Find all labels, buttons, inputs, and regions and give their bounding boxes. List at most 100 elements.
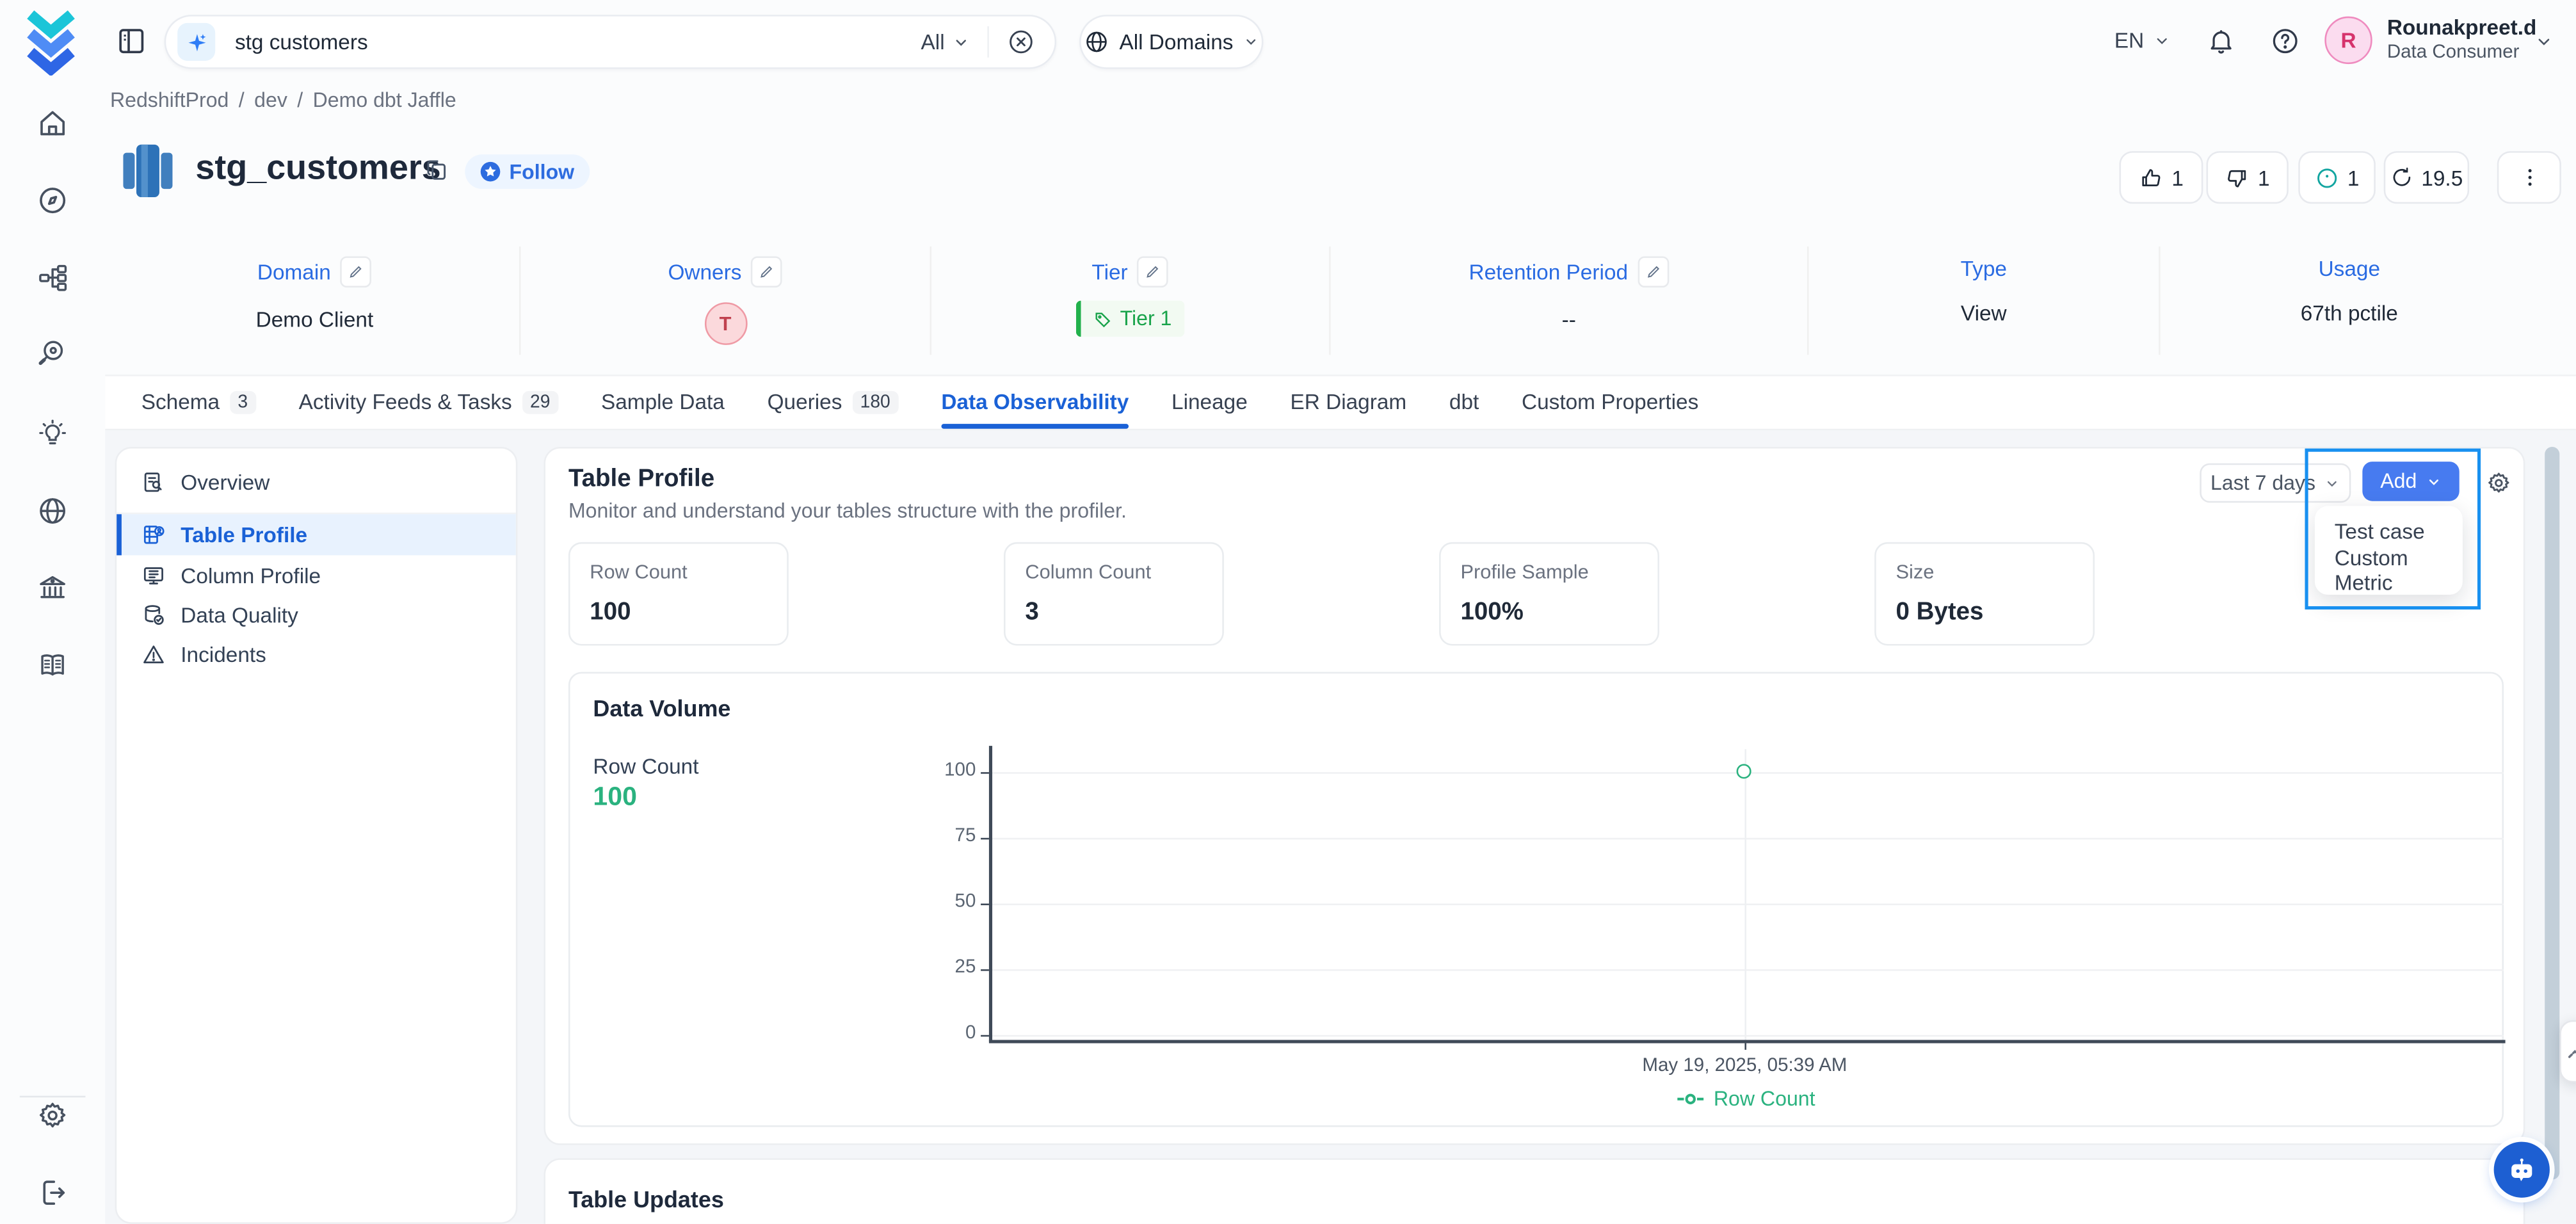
search-input[interactable] [232,28,921,56]
downvote-button[interactable]: 1 [2207,151,2289,204]
tab-queries[interactable]: Queries180 [768,376,899,429]
chat-assistant-button[interactable] [2494,1142,2550,1198]
type-label[interactable]: Type [1961,256,2007,280]
chart-legend[interactable]: Row Count [989,1088,2504,1111]
user-avatar[interactable]: R [2324,17,2372,64]
tab-activity-feeds[interactable]: Activity Feeds & Tasks29 [299,376,559,429]
y-tick [981,1035,989,1037]
meta-tier: Tier Tier 1 [931,246,1331,355]
tab-custom-properties[interactable]: Custom Properties [1522,376,1698,429]
sidebar-toggle-icon[interactable] [115,24,148,57]
version-history-icon [2390,166,2413,189]
profile-settings-gear-icon[interactable] [2486,470,2512,496]
sparkle-icon [177,23,215,61]
explore-icon[interactable] [36,184,68,216]
edit-tier-icon[interactable] [1138,256,1169,287]
x-tick [1744,1043,1746,1050]
breadcrumb-item[interactable]: dev [254,89,287,112]
breadcrumb: RedshiftProd / dev / Demo dbt Jaffle [110,89,456,112]
app-logo[interactable] [17,10,86,76]
type-value: View [1961,301,2007,325]
edit-owners-icon[interactable] [752,256,783,287]
section-subtitle: Monitor and understand your tables struc… [568,499,1127,522]
redshift-table-icon [115,138,181,204]
home-icon[interactable] [36,107,68,140]
domains-icon[interactable] [36,494,68,527]
data-point[interactable] [1737,764,1751,778]
y-tick-label: 25 [910,958,976,978]
breadcrumb-item[interactable]: RedshiftProd [110,89,229,112]
subnav-column-profile[interactable]: Column Profile [117,555,516,595]
lineage-icon[interactable] [36,261,68,294]
user-role: Data Consumer [2387,43,2537,63]
tier-label[interactable]: Tier [1091,259,1127,284]
tab-sample-data[interactable]: Sample Data [601,376,725,429]
table-profile-panel: Table Profile Monitor and understand you… [543,447,2525,1145]
incidents-icon [141,641,166,666]
meta-retention: Retention Period -- [1331,246,1809,355]
tier-badge: Tier 1 [1075,301,1185,337]
stat-card-profile-sample: Profile Sample 100% [1439,542,1659,646]
edit-domain-icon[interactable] [341,256,372,287]
edit-retention-icon[interactable] [1638,256,1669,287]
user-name: Rounakpreet.d [2387,15,2537,39]
x-axis-line [989,1040,2506,1042]
copy-name-icon[interactable] [424,156,450,184]
user-menu-chevron-icon[interactable] [2535,33,2553,51]
follow-button[interactable]: Follow [465,154,589,189]
tab-er-diagram[interactable]: ER Diagram [1291,376,1407,429]
globe-icon [1085,29,1109,54]
sidebar-divider [20,1096,86,1098]
notifications-bell-icon[interactable] [2207,26,2236,56]
subnav-table-profile[interactable]: Table Profile [117,514,516,555]
search-scope-select[interactable]: All [921,29,970,54]
owners-label[interactable]: Owners [668,259,741,284]
owner-avatar[interactable]: T [704,302,747,345]
usage-value: 67th pctile [2301,301,2398,325]
stat-card-size: Size 0 Bytes [1874,542,2095,646]
tab-lineage[interactable]: Lineage [1171,376,1248,429]
metadata-band: Domain Demo Client Owners T Tier Tier 1 … [110,246,2538,355]
subnav-data-quality[interactable]: Data Quality [117,595,516,634]
page-title: stg_customers [195,150,440,189]
chevron-down-icon [953,34,969,51]
settings-icon[interactable] [36,1099,68,1132]
y-tick [981,838,989,840]
logout-icon[interactable] [36,1176,68,1209]
observability-icon[interactable] [36,337,68,369]
more-actions-button[interactable] [2497,151,2561,204]
domain-label[interactable]: Domain [257,259,331,284]
tab-schema[interactable]: Schema3 [141,376,256,429]
language-select[interactable]: EN [2114,28,2170,52]
help-icon[interactable] [2271,26,2300,56]
thumbs-up-icon [2139,165,2163,189]
usage-label[interactable]: Usage [2319,256,2380,280]
upvote-button[interactable]: 1 [2120,151,2203,204]
floating-chart-button[interactable] [2559,1020,2576,1083]
search-divider [987,26,989,58]
meta-domain: Domain Demo Client [110,246,521,355]
watchers-button[interactable]: 1 [2298,151,2376,204]
govern-icon[interactable] [36,572,68,604]
domains-filter[interactable]: All Domains [1079,15,1263,69]
breadcrumb-item: Demo dbt Jaffle [313,89,456,112]
user-menu[interactable]: Rounakpreet.d Data Consumer [2387,15,2537,62]
retention-label[interactable]: Retention Period [1469,259,1628,284]
subnav-overview[interactable]: Overview [117,462,516,501]
clear-search-icon[interactable] [1007,28,1035,56]
overview-icon [141,469,166,494]
legend-marker-icon [1677,1093,1703,1106]
tab-data-observability[interactable]: Data Observability [941,376,1129,429]
insights-icon[interactable] [36,417,68,450]
y-tick [981,903,989,905]
tab-dbt[interactable]: dbt [1449,376,1479,429]
data-volume-card: Data Volume Row Count 100 100 75 50 [568,672,2504,1127]
version-button[interactable]: 19.5 [2384,151,2469,204]
global-search-bar[interactable]: All [165,15,1057,69]
glossary-icon[interactable] [36,649,68,682]
data-quality-icon [141,602,166,627]
vertical-scrollbar[interactable] [2545,447,2559,1180]
watch-icon [2315,165,2339,189]
y-axis-line [989,746,992,1042]
subnav-incidents[interactable]: Incidents [117,634,516,674]
